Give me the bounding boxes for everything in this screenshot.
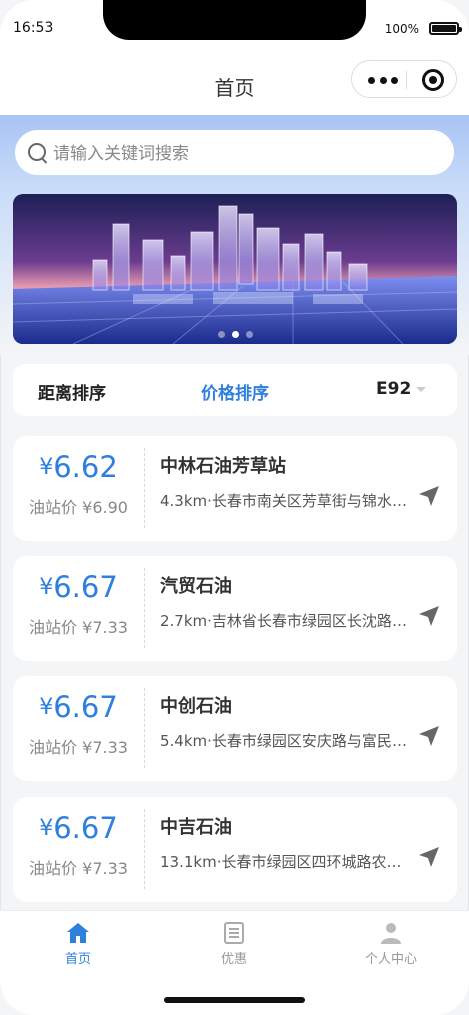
- more-icon[interactable]: [368, 77, 398, 84]
- sort-bar: 距离排序 价格排序 E92: [13, 364, 457, 416]
- station-address: 5.4km·长春市绿园区安庆路与富民大街交汇: [160, 732, 408, 750]
- home-indicator: [164, 997, 305, 1003]
- search-input[interactable]: [51, 140, 435, 168]
- carousel-indicators: [13, 331, 457, 338]
- navigation-bar: 首页: [0, 58, 469, 115]
- status-bar: 16:53 100%: [0, 0, 469, 58]
- tab-home[interactable]: 首页: [28, 921, 128, 967]
- station-address: 2.7km·吉林省长春市绿园区长沈路汽贸大厦: [160, 612, 408, 630]
- station-list-price: 油站价 ¥7.33: [29, 738, 128, 757]
- discount-price: ¥6.67: [39, 570, 118, 604]
- station-card[interactable]: ¥6.67 油站价 ¥7.33 中创石油 5.4km·长春市绿园区安庆路与富民大…: [13, 676, 457, 781]
- navigate-icon[interactable]: [417, 845, 441, 869]
- fuel-type-select[interactable]: E92: [376, 379, 411, 399]
- sort-by-price[interactable]: 价格排序: [201, 379, 269, 404]
- station-address: 13.1km·长春市绿园区四环城路农安路口: [160, 853, 408, 871]
- banner-carousel[interactable]: [13, 194, 457, 344]
- card-divider: [144, 568, 145, 648]
- user-icon: [381, 923, 401, 944]
- station-name: 中吉石油: [160, 817, 232, 838]
- search-icon: [28, 143, 46, 161]
- card-divider: [144, 688, 145, 768]
- close-target-icon[interactable]: [422, 69, 444, 91]
- tab-profile-label: 个人中心: [364, 952, 417, 967]
- station-card[interactable]: ¥6.67 油站价 ¥7.33 汽贸石油 2.7km·吉林省长春市绿园区长沈路汽…: [13, 556, 457, 661]
- station-card[interactable]: ¥6.67 油站价 ¥7.33 中吉石油 13.1km·长春市绿园区四环城路农安…: [13, 797, 457, 902]
- carousel-dot[interactable]: [217, 331, 225, 338]
- battery-fill: [432, 25, 456, 32]
- navigate-icon[interactable]: [417, 604, 441, 628]
- carousel-dot[interactable]: [245, 331, 253, 338]
- search-bar[interactable]: [15, 130, 454, 175]
- station-name: 中创石油: [160, 696, 232, 717]
- station-list-price: 油站价 ¥7.33: [29, 618, 128, 637]
- battery-percent: 100%: [384, 22, 419, 36]
- discount-price: ¥6.62: [39, 450, 118, 484]
- discount-price: ¥6.67: [39, 811, 118, 845]
- notch: [103, 0, 366, 40]
- miniprogram-capsule: [351, 60, 457, 98]
- phone-screen: 16:53 100% 首页 请输入关键词搜索 距离排序 价格排序 E92 ¥6.…: [0, 0, 469, 1015]
- tab-home-label: 首页: [64, 952, 91, 967]
- capsule-divider: [406, 71, 407, 89]
- station-card[interactable]: ¥6.62 油站价 ¥6.90 中林石油芳草站 4.3km·长春市南关区芳草街与…: [13, 436, 457, 541]
- coupon-icon: [224, 922, 244, 944]
- home-icon: [67, 923, 89, 943]
- sort-by-distance[interactable]: 距离排序: [38, 379, 106, 404]
- navigate-icon[interactable]: [417, 724, 441, 748]
- station-name: 中林石油芳草站: [160, 456, 286, 477]
- tab-profile[interactable]: 个人中心: [341, 921, 441, 967]
- station-address: 4.3km·长春市南关区芳草街与锦水路交汇: [160, 492, 408, 510]
- battery-icon: [429, 22, 462, 35]
- banner-image: [13, 194, 457, 344]
- card-divider: [144, 809, 145, 889]
- chevron-down-icon[interactable]: [416, 387, 426, 392]
- station-list-price: 油站价 ¥7.33: [29, 859, 128, 878]
- carousel-dot[interactable]: [231, 331, 239, 338]
- navigate-icon[interactable]: [417, 484, 441, 508]
- tab-coupons[interactable]: 优惠: [184, 921, 284, 967]
- card-divider: [144, 448, 145, 528]
- station-list-price: 油站价 ¥6.90: [29, 498, 128, 517]
- discount-price: ¥6.67: [39, 690, 118, 724]
- tab-coupons-label: 优惠: [220, 952, 247, 967]
- status-time: 16:53: [13, 20, 54, 36]
- station-name: 汽贸石油: [160, 576, 232, 597]
